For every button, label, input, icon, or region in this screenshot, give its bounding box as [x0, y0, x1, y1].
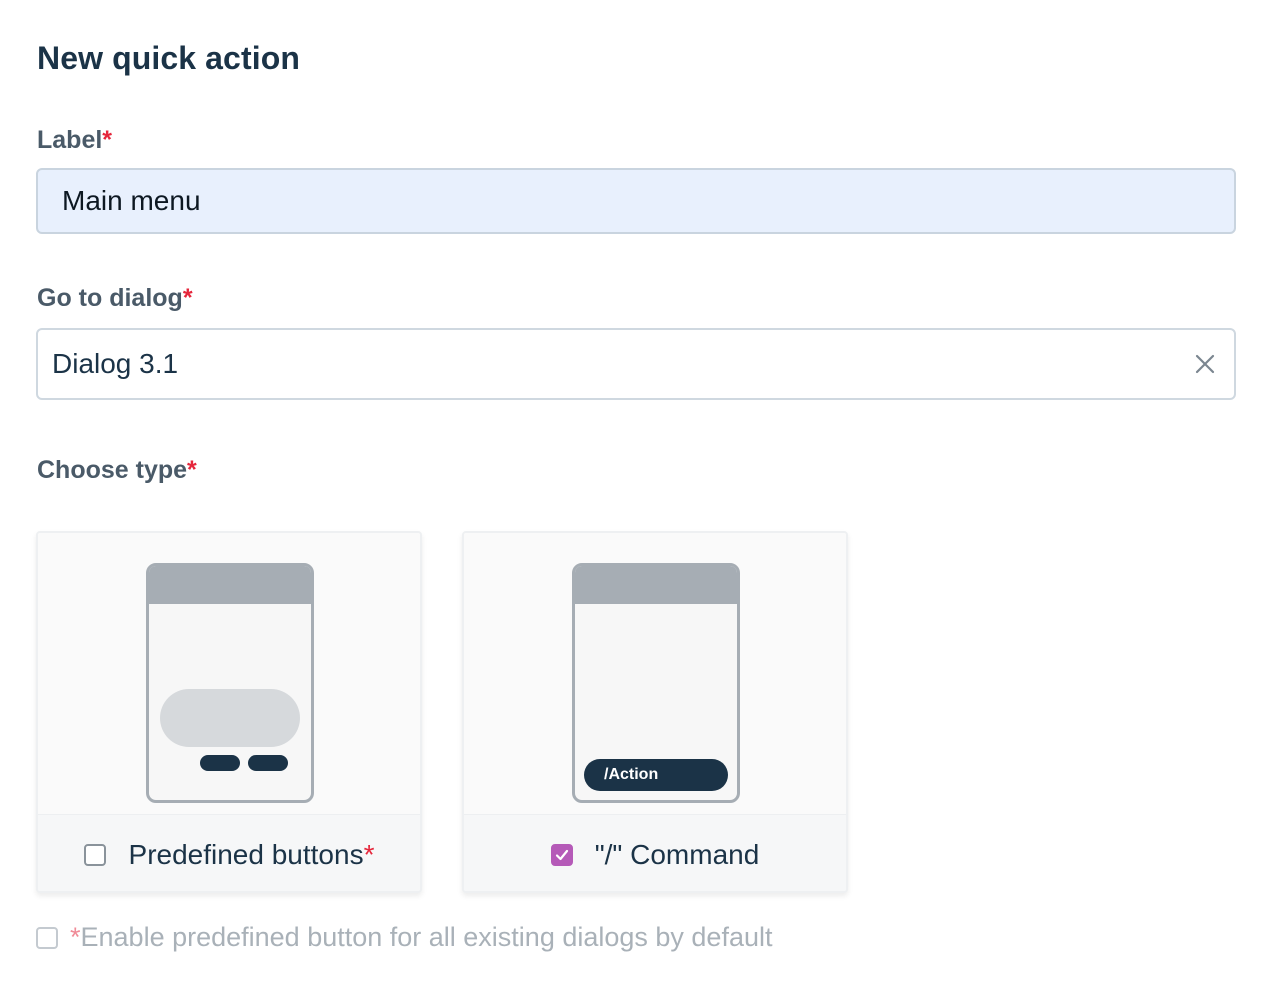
- type-field-label-text: Choose type: [37, 456, 188, 484]
- dialog-select[interactable]: Dialog 3.1: [36, 328, 1236, 400]
- phone-header: [575, 566, 737, 604]
- dialog-select-value: Dialog 3.1: [52, 348, 179, 379]
- slash-command-checkbox[interactable]: [550, 843, 573, 866]
- type-field-label: Choose type*: [37, 456, 197, 485]
- label-input[interactable]: [36, 168, 1236, 234]
- type-card-predefined-buttons[interactable]: Predefined buttons*: [36, 531, 422, 893]
- predefined-button-shape: [248, 755, 288, 771]
- clear-icon[interactable]: [1192, 351, 1218, 377]
- slash-command-label: "/" Command: [594, 838, 760, 870]
- enable-default-row: *Enable predefined button for all existi…: [36, 922, 772, 953]
- enable-default-checkbox[interactable]: [36, 926, 58, 949]
- enable-default-label: *Enable predefined button for all existi…: [70, 922, 772, 953]
- required-mark: *: [363, 838, 375, 870]
- card-preview: [38, 533, 420, 814]
- message-bubble: [160, 689, 300, 747]
- predefined-button-shape: [200, 755, 240, 771]
- required-mark: *: [102, 126, 113, 154]
- predefined-buttons-label: Predefined buttons*: [129, 839, 375, 871]
- page-title: New quick action: [37, 40, 300, 76]
- card-preview: /Action: [464, 533, 846, 814]
- required-mark: *: [70, 922, 81, 952]
- enable-default-label-text: Enable predefined button for all existin…: [80, 922, 773, 952]
- card-footer: "/" Command: [464, 814, 846, 891]
- predefined-buttons-checkbox[interactable]: [83, 843, 106, 866]
- phone-illustration: [146, 563, 314, 803]
- required-mark: *: [182, 284, 193, 312]
- phone-illustration: /Action: [572, 563, 740, 803]
- phone-header: [149, 566, 311, 604]
- checkmark-icon: [555, 849, 568, 860]
- required-mark: *: [187, 456, 197, 484]
- type-card-slash-command[interactable]: /Action "/" Command: [462, 531, 848, 893]
- label-field-label: Label*: [37, 126, 112, 155]
- card-footer: Predefined buttons*: [38, 814, 420, 891]
- dialog-field-label: Go to dialog*: [37, 284, 193, 313]
- dialog-field-label-text: Go to dialog: [37, 284, 183, 312]
- label-field-label-text: Label: [37, 126, 103, 154]
- predefined-buttons-label-text: Predefined buttons: [128, 838, 364, 870]
- action-command-bar: /Action: [584, 759, 728, 791]
